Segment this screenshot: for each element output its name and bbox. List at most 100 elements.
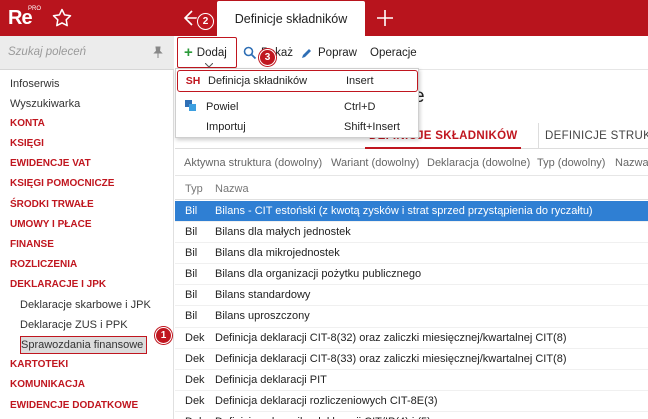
filter-row: Aktywna struktura (dowolny) Wariant (dow… [175, 150, 648, 176]
sidebar-item[interactable]: UMOWY I PŁACE [0, 215, 174, 235]
sidebar-item-label: KSIĘGI POMOCNICZE [10, 178, 115, 190]
table-row[interactable]: Dek Definicja deklaracji CIT-8(32) oraz z… [175, 328, 648, 349]
cell-typ: Dek [185, 352, 205, 365]
sidebar-item-label: ŚRODKI TRWAŁE [10, 198, 94, 210]
sidebar-item-label: EWIDENCJE DODATKOWE [10, 399, 139, 411]
menu-item-importuj[interactable]: Importuj Shift+Insert [176, 117, 420, 137]
sidebar-item[interactable]: Sprawozdania finansowe [0, 335, 174, 355]
sidebar-item[interactable]: EWIDENCJE DODATKOWE [0, 396, 174, 416]
cell-typ: Dek [185, 394, 205, 407]
sidebar-item[interactable]: ŚRODKI TRWAŁE [0, 195, 174, 215]
menu-item-shortcut: Insert [346, 75, 374, 87]
table-row[interactable]: Dek Definicja deklaracji CIT-8(33) oraz z… [175, 349, 648, 370]
sidebar-item-label: Sprawozdania finansowe [20, 336, 148, 355]
table-row[interactable]: Dek Definicja deklaracji PIT [175, 370, 648, 391]
sidebar-item-label: UMOWY I PŁACE [10, 218, 92, 230]
sidebar-item[interactable]: ROZLICZENIA [0, 255, 174, 275]
favorites-star-icon[interactable] [50, 6, 74, 30]
search-icon [243, 46, 257, 60]
table-row[interactable]: Bil Bilans dla mikrojednostek [175, 243, 648, 265]
cell-typ: Dek [185, 373, 205, 386]
sidebar-item[interactable]: Infoserwis [0, 74, 174, 94]
menu-item-label: Powiel [206, 101, 239, 113]
cell-typ: Bil [185, 205, 198, 217]
sidebar-item[interactable]: KOMUNIKACJA [0, 375, 174, 395]
cell-nazwa: Bilans standardowy [215, 289, 311, 302]
table-row[interactable]: Bil Bilans uproszczony [175, 306, 648, 328]
sidebar-item[interactable]: FINANSE [0, 235, 174, 255]
cell-typ: Bil [185, 289, 198, 302]
cell-typ: Bil [185, 310, 198, 323]
menu-item-powiel[interactable]: Powiel Ctrl+D [176, 97, 420, 117]
cell-typ: Dek [185, 331, 205, 344]
sidebar-item[interactable]: Wyszukiwarka [0, 94, 174, 114]
app-logo[interactable]: Re PRO [8, 6, 42, 30]
table-row[interactable]: Bil Bilans - CIT estoński (z kwotą zysków… [175, 201, 648, 223]
cell-typ: Bil [185, 268, 198, 281]
tab-definicje-skladnikow[interactable]: Definicje składników [217, 1, 365, 36]
add-button[interactable]: + Dodaj [177, 37, 237, 68]
step-badge-1: 1 [155, 327, 172, 344]
logo-sup: PRO [28, 6, 42, 12]
operations-button[interactable]: Operacje [370, 36, 417, 70]
table-body: Bil Bilans - CIT estoński (z kwotą zysków… [175, 201, 648, 419]
filter-aktywna-struktura[interactable]: Aktywna struktura (dowolny) [184, 157, 322, 169]
step-badge-3: 3 [259, 49, 276, 66]
step-badge-2: 2 [197, 13, 214, 30]
sidebar-item-label: Wyszukiwarka [10, 98, 81, 111]
sidebar-item-label: KOMUNIKACJA [10, 379, 85, 391]
table-row[interactable]: Bil Bilans dla organizacji pożytku public… [175, 264, 648, 286]
filter-typ[interactable]: Typ (dowolny) [537, 157, 605, 169]
sidebar: Szukaj poleceń Infoserwis Wyszukiwarka KON… [0, 36, 174, 419]
tab-definicje-struktur[interactable]: DEFINICJE STRUKT [538, 123, 648, 149]
table-row[interactable]: Bil Bilans standardowy [175, 285, 648, 307]
sidebar-item-label: EWIDENCJE VAT [10, 158, 91, 170]
sh-icon: SH [185, 75, 201, 87]
sidebar-item-label: Deklaracje skarbowe i JPK [20, 299, 151, 312]
column-header-typ[interactable]: Typ [185, 183, 203, 195]
filter-nazwa[interactable]: Nazwa [615, 157, 648, 169]
top-bar: Re PRO Definicje składników [0, 0, 648, 36]
filter-deklaracja[interactable]: Deklaracja (dowolne) [427, 157, 530, 169]
cell-nazwa: Definicja deklaracji CIT-8(32) oraz zali… [215, 331, 567, 344]
add-dropdown-menu: SH Definicja składników Insert Powiel Ct… [175, 68, 419, 138]
operations-button-label: Operacje [370, 47, 417, 59]
sidebar-item-label: KONTA [10, 118, 45, 130]
table-row[interactable]: Dek Definicja deklaracji rozliczeniowych … [175, 391, 648, 412]
sidebar-item[interactable]: KONTA [0, 114, 174, 134]
sidebar-item-label: ROZLICZENIA [10, 258, 78, 270]
sidebar-item[interactable]: KSIĘGI [0, 134, 174, 154]
pencil-icon [302, 49, 311, 58]
cell-typ: Bil [185, 247, 198, 260]
edit-button[interactable]: Popraw [300, 36, 357, 70]
sidebar-item[interactable]: DEKLARACJE I JPK [0, 275, 174, 295]
pin-icon[interactable] [152, 46, 164, 59]
sidebar-item-label: FINANSE [10, 238, 54, 250]
column-header-nazwa[interactable]: Nazwa [215, 183, 249, 195]
cell-nazwa: Bilans - CIT estoński (z kwotą zysków i … [215, 205, 593, 217]
sidebar-item-label: DEKLARACJE I JPK [10, 278, 107, 290]
sidebar-item[interactable]: Deklaracje skarbowe i JPK [0, 295, 174, 315]
sidebar-item[interactable]: Deklaracje ZUS i PPK [0, 315, 174, 335]
tab-label: Definicje składników [234, 11, 348, 26]
table-row[interactable]: DekDefinicja załącznika deklaracji CIT/I… [175, 412, 648, 419]
search-placeholder: Szukaj poleceń [8, 46, 86, 58]
sidebar-item[interactable]: EWIDENCJE VAT [0, 154, 174, 174]
command-search-input[interactable]: Szukaj poleceń [0, 36, 174, 70]
cell-nazwa: Definicja deklaracji CIT-8(33) oraz zali… [215, 352, 567, 365]
new-tab-plus-icon[interactable] [374, 6, 396, 30]
menu-item-label: Definicja składników [208, 75, 308, 87]
menu-item-definicja-skladnikow[interactable]: SH Definicja składników Insert [177, 70, 418, 92]
cell-nazwa: Bilans dla małych jednostek [215, 226, 351, 239]
sidebar-nav: Infoserwis Wyszukiwarka KONTA KSIĘGI EWIDENC… [0, 74, 174, 416]
sidebar-item[interactable]: KARTOTEKI [0, 355, 174, 375]
sidebar-item-label: KSIĘGI [10, 138, 44, 150]
plus-icon: + [184, 43, 193, 61]
cell-nazwa: Definicja deklaracji rozliczeniowych CIT… [215, 394, 438, 407]
sidebar-item[interactable]: KSIĘGI POMOCNICZE [0, 174, 174, 194]
cell-nazwa: Definicja deklaracji PIT [215, 373, 327, 386]
filter-wariant[interactable]: Wariant (dowolny) [331, 157, 419, 169]
table-row[interactable]: Bil Bilans dla małych jednostek [175, 222, 648, 244]
sidebar-item-label: Deklaracje ZUS i PPK [20, 319, 128, 332]
menu-item-label: Importuj [206, 121, 246, 133]
